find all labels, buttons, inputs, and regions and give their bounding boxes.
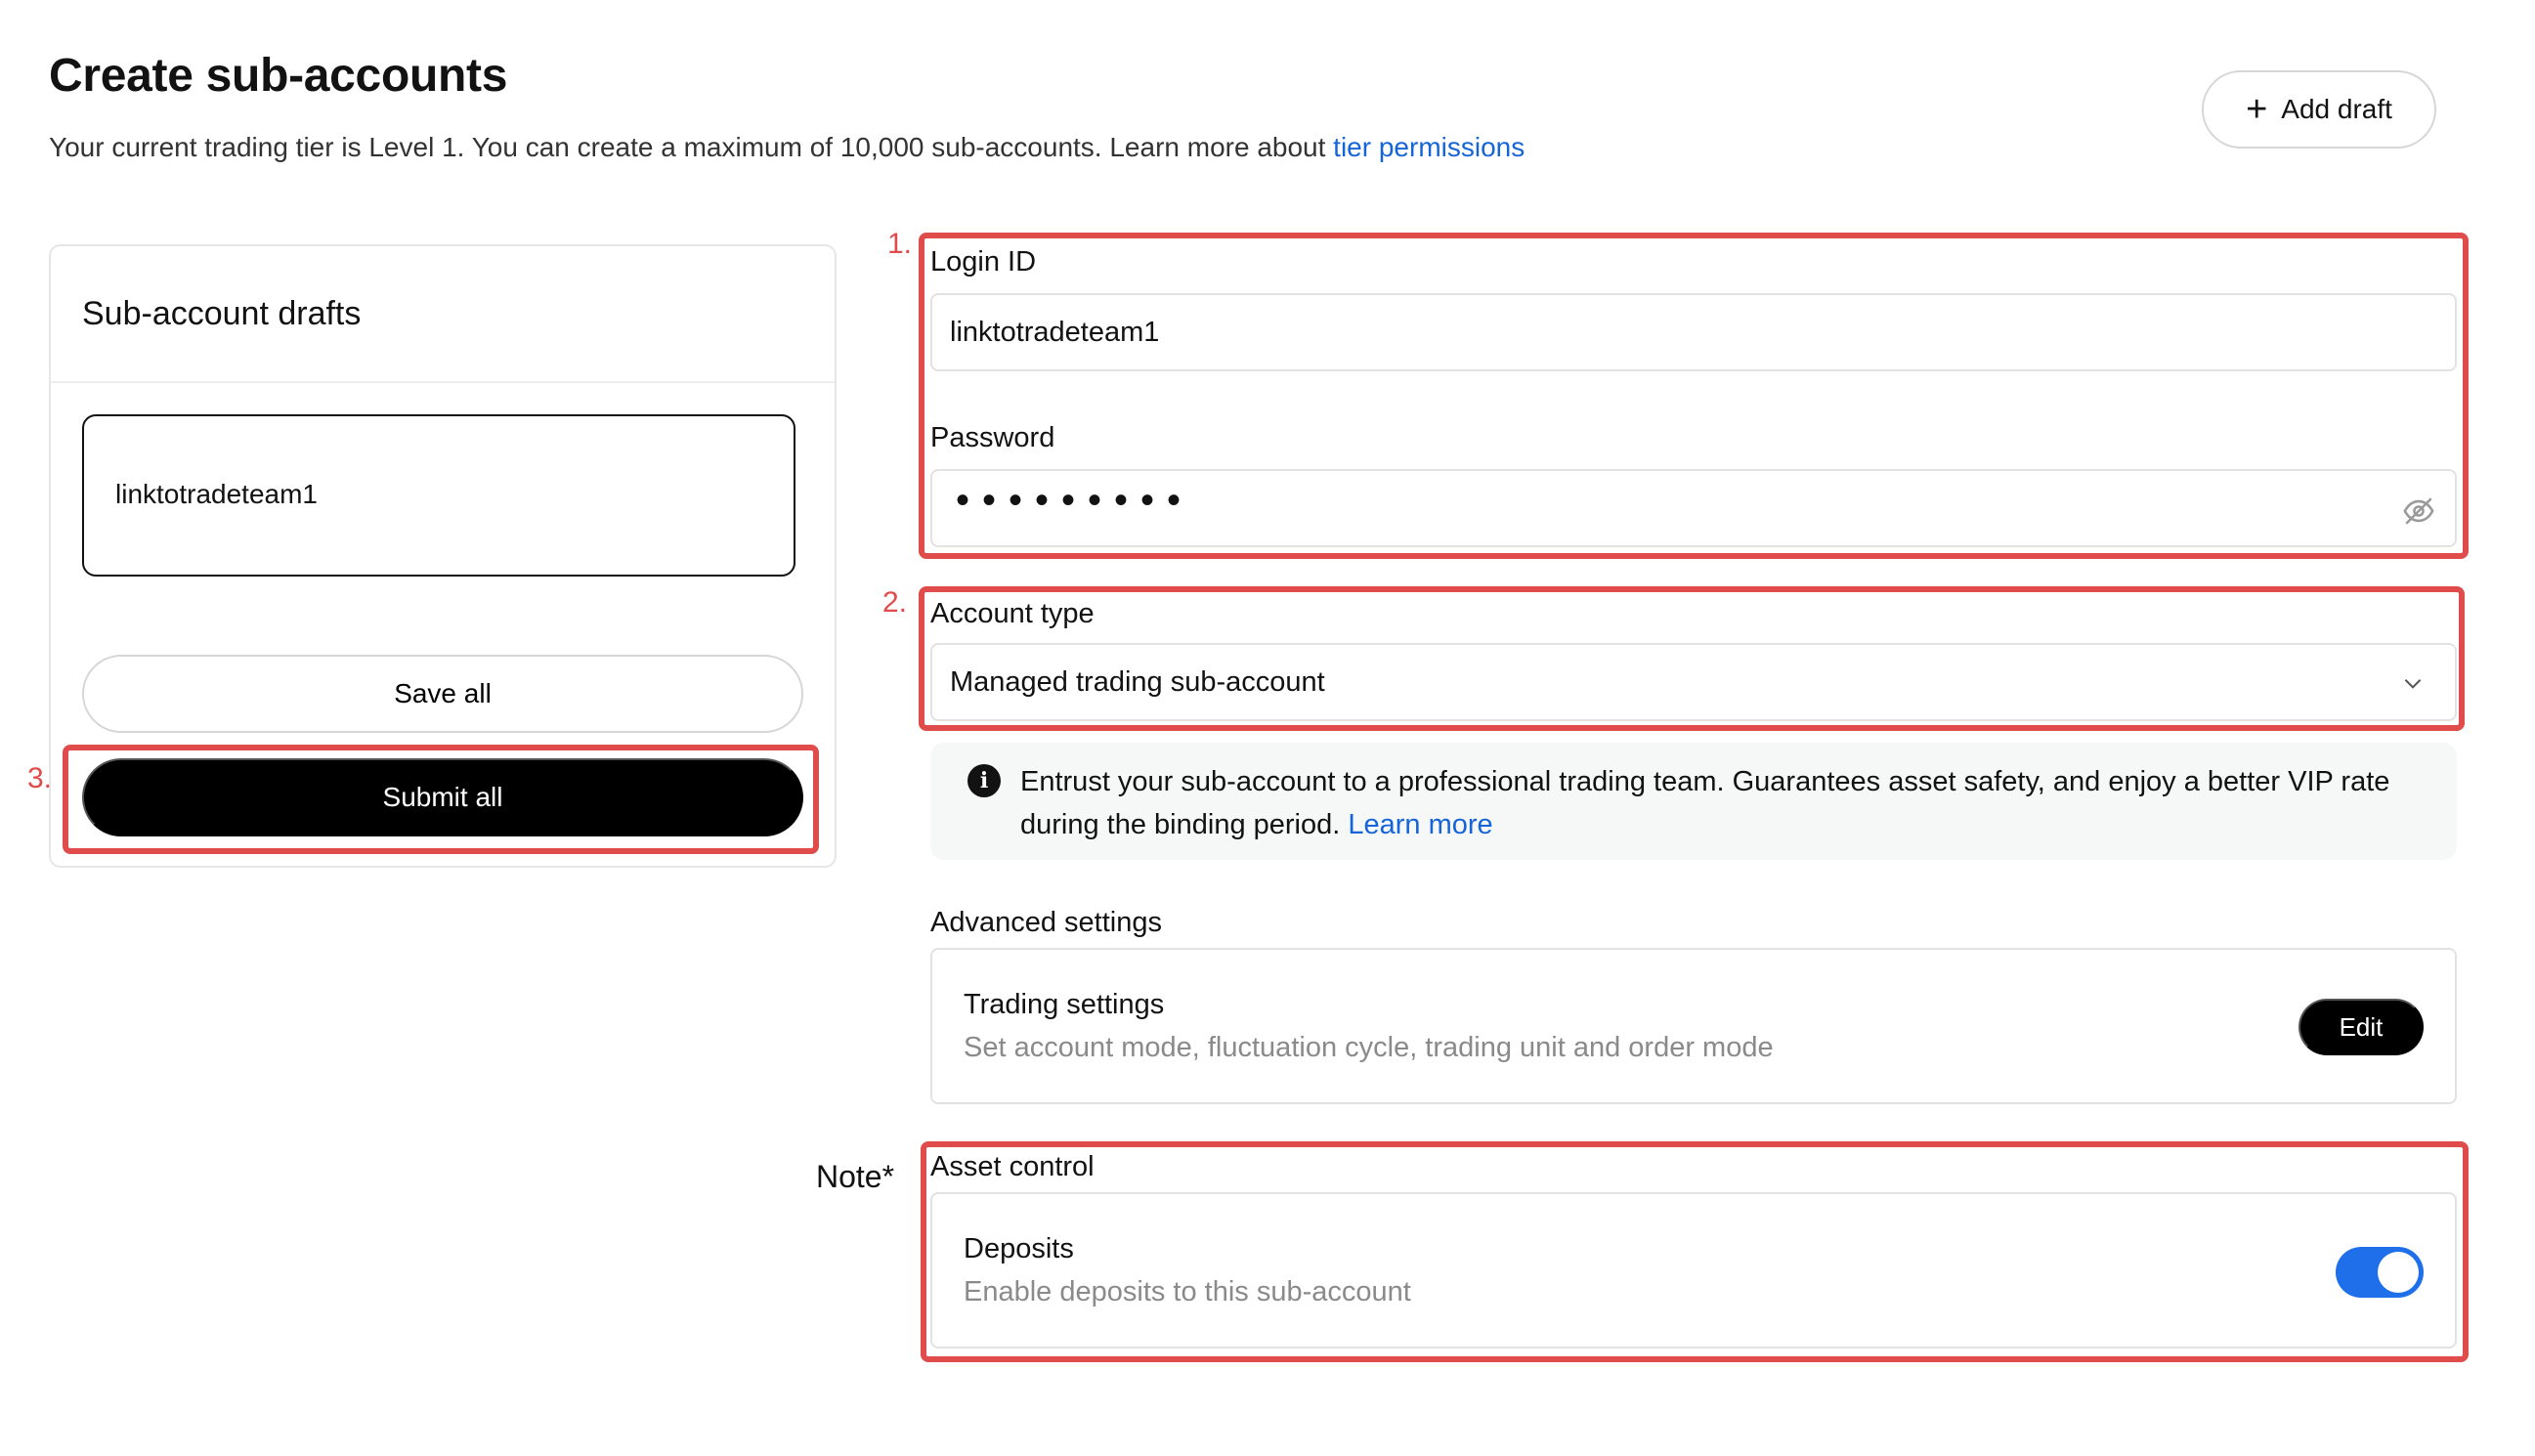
submit-all-button[interactable]: Submit all <box>82 758 803 836</box>
trading-settings-desc: Set account mode, fluctuation cycle, tra… <box>964 1032 1774 1063</box>
account-type-value: Managed trading sub-account <box>950 666 1325 698</box>
sub-account-drafts-panel: Sub-account drafts linktotradeteam1 Save… <box>49 244 837 868</box>
chevron-down-icon <box>2404 679 2422 689</box>
password-masked-value: ••••••••• <box>956 479 1194 522</box>
login-id-label: Login ID <box>930 246 1037 278</box>
note-marker: Note* <box>816 1159 895 1194</box>
toggle-knob <box>2378 1252 2419 1293</box>
account-type-info: i Entrust your sub-account to a professi… <box>930 743 2457 860</box>
login-id-value: linktotradeteam1 <box>950 317 1160 348</box>
tier-description: Your current trading tier is Level 1. Yo… <box>49 132 1525 163</box>
edit-trading-settings-button[interactable]: Edit <box>2299 999 2424 1055</box>
account-type-select[interactable]: Managed trading sub-account <box>930 643 2457 721</box>
deposits-card: Deposits Enable deposits to this sub-acc… <box>930 1192 2457 1349</box>
add-draft-button[interactable]: + Add draft <box>2202 70 2436 149</box>
trading-settings-title: Trading settings <box>964 989 1165 1020</box>
step-3-marker: 3. <box>27 762 53 794</box>
login-id-input[interactable]: linktotradeteam1 <box>930 293 2457 371</box>
info-icon: i <box>967 764 1001 797</box>
tier-permissions-link[interactable]: tier permissions <box>1333 132 1525 162</box>
password-input[interactable]: ••••••••• <box>930 469 2457 547</box>
info-text-body: Entrust your sub-account to a profession… <box>1020 766 2390 840</box>
trading-settings-card: Trading settings Set account mode, fluct… <box>930 948 2457 1104</box>
step-2-marker: 2. <box>882 586 908 619</box>
add-draft-label: Add draft <box>2281 94 2392 124</box>
step-1-marker: 1. <box>887 228 913 260</box>
eye-off-icon[interactable] <box>2402 494 2435 528</box>
drafts-title: Sub-account drafts <box>82 295 362 332</box>
tier-description-text: Your current trading tier is Level 1. Yo… <box>49 132 1334 162</box>
draft-item[interactable]: linktotradeteam1 <box>82 414 795 577</box>
plus-icon: + <box>2246 89 2268 130</box>
deposits-desc: Enable deposits to this sub-account <box>964 1276 1411 1307</box>
save-all-button[interactable]: Save all <box>82 655 803 733</box>
account-type-label: Account type <box>930 598 1095 629</box>
info-text: Entrust your sub-account to a profession… <box>1020 760 2428 846</box>
learn-more-link[interactable]: Learn more <box>1348 809 1492 840</box>
draft-item-label: linktotradeteam1 <box>115 479 319 509</box>
page-title: Create sub-accounts <box>49 50 508 102</box>
deposits-title: Deposits <box>964 1233 1074 1264</box>
deposits-toggle[interactable] <box>2336 1247 2424 1298</box>
advanced-settings-label: Advanced settings <box>930 907 1162 938</box>
drafts-header: Sub-account drafts <box>51 246 835 383</box>
asset-control-label: Asset control <box>930 1151 1095 1182</box>
password-label: Password <box>930 422 1055 453</box>
